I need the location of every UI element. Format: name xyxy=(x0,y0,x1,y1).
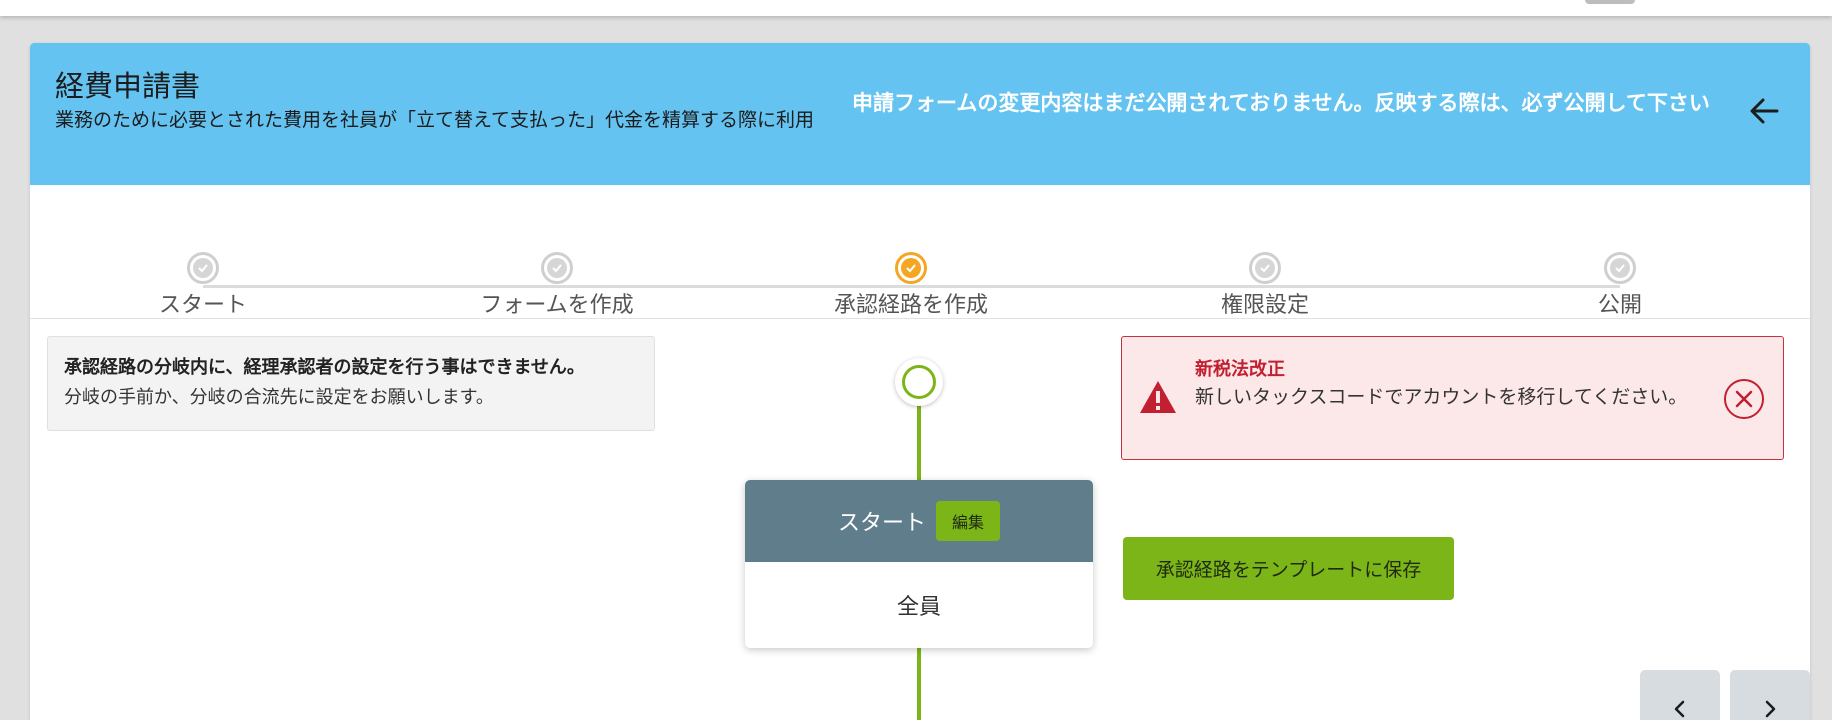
close-icon xyxy=(1735,390,1753,408)
step-label: 公開 xyxy=(1597,293,1642,318)
next-button[interactable] xyxy=(1730,670,1810,720)
back-button[interactable] xyxy=(1742,91,1786,131)
progress-stepper: スタート フォームを作成 承認経路を作成 権限設定 公開 xyxy=(30,185,1810,319)
step-circle xyxy=(1604,252,1636,284)
check-icon xyxy=(1260,264,1270,273)
save-template-button[interactable]: 承認経路をテンプレートに保存 xyxy=(1123,537,1454,600)
node-assignee: 全員 xyxy=(896,595,941,620)
avatar-edge[interactable] xyxy=(1585,0,1635,4)
form-header: 経費申請書 業務のために必要とされた費用を社員が「立て替えて支払った」代金を精算… xyxy=(30,43,1810,185)
chevron-left-icon xyxy=(1674,700,1685,718)
step-label: スタート xyxy=(158,293,247,318)
step-circle xyxy=(895,252,927,284)
check-icon xyxy=(906,264,916,273)
step-publish[interactable]: 公開 xyxy=(1470,252,1770,319)
flow-connector xyxy=(917,646,921,720)
info-text: 分岐の手前か、分岐の合流先に設定をお願いします。 xyxy=(64,387,494,408)
prev-button[interactable] xyxy=(1640,670,1720,720)
page-title: 経費申請書 xyxy=(55,69,201,103)
close-button[interactable] xyxy=(1724,379,1764,419)
edit-button[interactable]: 編集 xyxy=(936,501,1001,541)
alert-title: 新税法改正 xyxy=(1195,359,1285,380)
start-ring-icon xyxy=(902,365,936,399)
unpublished-notice: 申請フォームの変更内容はまだ公開されておりません。反映する際は、必ず公開して下さ… xyxy=(852,91,1710,115)
approval-route-editor: 承認経路の分岐内に、経理承認者の設定を行う事はできません。 分岐の手前か、分岐の… xyxy=(30,319,1810,720)
check-icon xyxy=(198,264,208,273)
top-app-bar xyxy=(0,0,1832,16)
tax-alert: 新税法改正 新しいタックスコードでアカウントを移行してください。 xyxy=(1121,336,1784,460)
node-title: スタート xyxy=(837,511,926,536)
step-start[interactable]: スタート xyxy=(53,252,353,319)
step-create-form[interactable]: フォームを作成 xyxy=(407,252,707,319)
flow-connector xyxy=(917,404,921,482)
step-circle xyxy=(187,252,219,284)
form-editor-card: 経費申請書 業務のために必要とされた費用を社員が「立て替えて支払った」代金を精算… xyxy=(30,43,1810,720)
flow-start-point[interactable] xyxy=(895,358,943,406)
branch-info-box: 承認経路の分岐内に、経理承認者の設定を行う事はできません。 分岐の手前か、分岐の… xyxy=(47,336,655,431)
step-circle xyxy=(1249,252,1281,284)
step-approval-route[interactable]: 承認経路を作成 xyxy=(761,252,1061,319)
step-label: フォームを作成 xyxy=(480,293,634,318)
step-label: 権限設定 xyxy=(1220,293,1309,318)
form-description: 業務のために必要とされた費用を社員が「立て替えて支払った」代金を精算する際に利用 xyxy=(55,109,815,131)
step-permissions[interactable]: 権限設定 xyxy=(1115,252,1415,319)
check-icon xyxy=(552,264,562,273)
start-node: スタート 編集 全員 xyxy=(745,480,1093,648)
warning-icon xyxy=(1140,381,1176,413)
step-circle xyxy=(541,252,573,284)
chevron-right-icon xyxy=(1765,700,1776,718)
arrow-left-icon xyxy=(1750,98,1779,124)
step-label: 承認経路を作成 xyxy=(833,293,988,318)
info-heading: 承認経路の分岐内に、経理承認者の設定を行う事はできません。 xyxy=(64,357,585,378)
alert-text: 新しいタックスコードでアカウントを移行してください。 xyxy=(1195,386,1688,408)
check-icon xyxy=(1615,264,1625,273)
node-header: スタート 編集 xyxy=(745,480,1093,562)
